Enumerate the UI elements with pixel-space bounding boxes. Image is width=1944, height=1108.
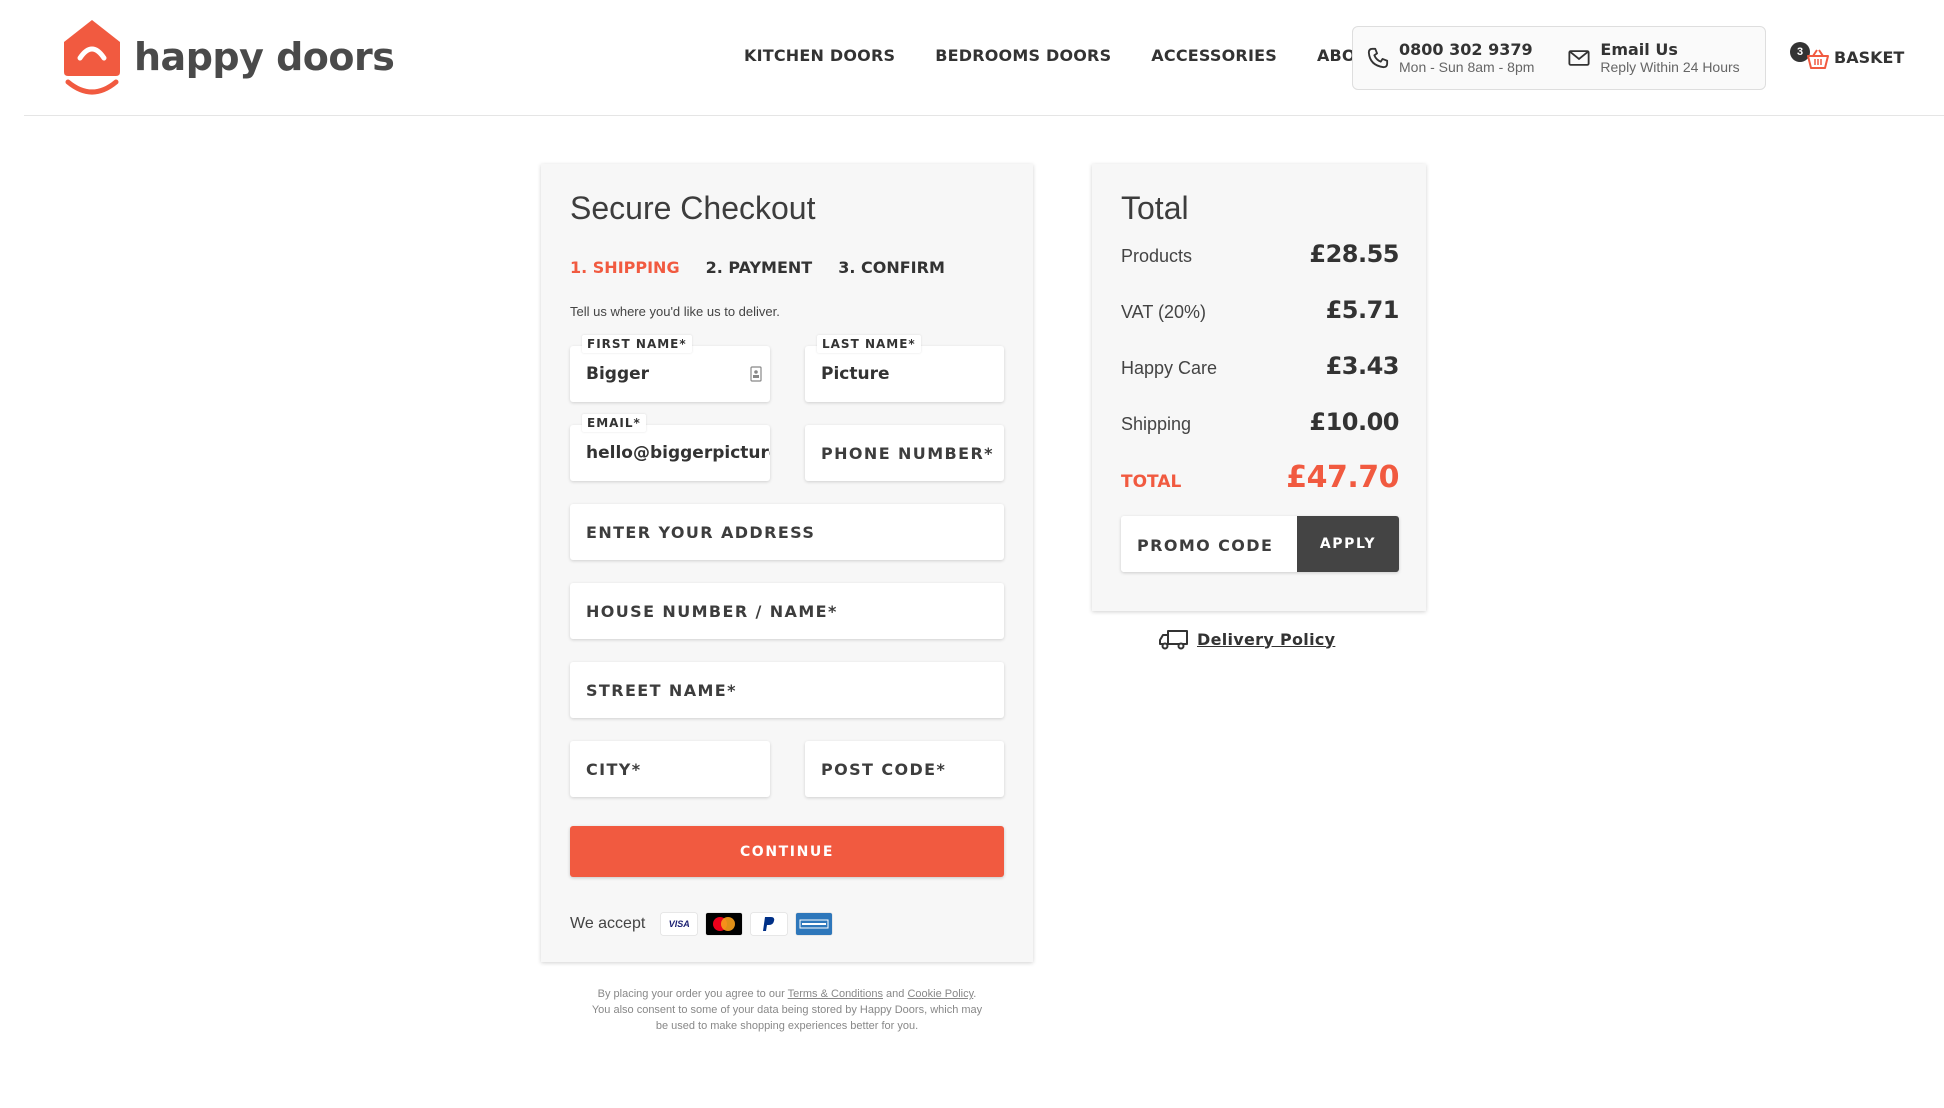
accept-label: We accept bbox=[570, 915, 646, 932]
step-shipping[interactable]: 1. SHIPPING bbox=[570, 258, 680, 277]
apply-button[interactable]: APPLY bbox=[1297, 516, 1399, 572]
basket-icon bbox=[1807, 49, 1829, 69]
contact-phone[interactable]: 0800 302 9379 Mon - Sun 8am - 8pm bbox=[1353, 41, 1534, 75]
first-name-value: Bigger bbox=[586, 364, 650, 384]
continue-button[interactable]: CONTINUE bbox=[570, 826, 1004, 877]
phone-placeholder: PHONE NUMBER* bbox=[821, 444, 994, 463]
house-placeholder: HOUSE NUMBER / NAME* bbox=[586, 602, 838, 621]
site-header: happy doors KITCHEN DOORS BEDROOMS DOORS… bbox=[0, 0, 1944, 116]
city-field[interactable]: CITY* bbox=[570, 741, 770, 797]
house-field[interactable]: HOUSE NUMBER / NAME* bbox=[570, 583, 1004, 639]
nav-bedrooms-doors[interactable]: BEDROOMS DOORS bbox=[935, 46, 1111, 65]
mail-icon bbox=[1568, 49, 1590, 67]
last-name-field[interactable]: LAST NAME* Picture bbox=[805, 335, 1004, 402]
totals-card: Total Products £28.55 VAT (20%) £5.71 Ha… bbox=[1092, 164, 1426, 611]
paypal-icon bbox=[751, 913, 788, 935]
last-name-label: LAST NAME* bbox=[817, 335, 921, 353]
address-placeholder: ENTER YOUR ADDRESS bbox=[586, 523, 816, 542]
delivery-policy[interactable]: Delivery Policy bbox=[1159, 628, 1335, 650]
products-value: £28.55 bbox=[1309, 240, 1399, 268]
nav-kitchen-doors[interactable]: KITCHEN DOORS bbox=[744, 46, 895, 65]
city-placeholder: CITY* bbox=[586, 760, 642, 779]
logo[interactable]: happy doors bbox=[62, 18, 395, 96]
logo-text: happy doors bbox=[134, 35, 395, 79]
street-field[interactable]: STREET NAME* bbox=[570, 662, 1004, 718]
step-payment[interactable]: 2. PAYMENT bbox=[706, 258, 813, 277]
legal-text: By placing your order you agree to our T… bbox=[590, 986, 984, 1034]
street-placeholder: STREET NAME* bbox=[586, 681, 737, 700]
contact-card-icon bbox=[750, 366, 762, 382]
legal-and: and bbox=[882, 988, 908, 1000]
contact-box: 0800 302 9379 Mon - Sun 8am - 8pm Email … bbox=[1352, 26, 1766, 90]
legal-pre: By placing your order you agree to our bbox=[597, 988, 788, 1000]
truck-icon bbox=[1159, 630, 1188, 650]
totals-title: Total bbox=[1121, 190, 1189, 226]
row-shipping: Shipping £10.00 bbox=[1121, 408, 1399, 436]
step-confirm[interactable]: 3. CONFIRM bbox=[838, 258, 945, 277]
basket-label: BASKET bbox=[1834, 48, 1905, 67]
visa-icon: VISA bbox=[661, 913, 698, 935]
total-value: £47.70 bbox=[1286, 460, 1399, 495]
phone-field[interactable]: PHONE NUMBER* bbox=[805, 425, 1004, 481]
first-name-label: FIRST NAME* bbox=[582, 335, 692, 353]
terms-link[interactable]: Terms & Conditions bbox=[788, 988, 883, 1000]
mastercard-icon bbox=[706, 913, 743, 935]
vat-value: £5.71 bbox=[1325, 296, 1400, 324]
checkout-title: Secure Checkout bbox=[570, 190, 816, 226]
vat-label: VAT (20%) bbox=[1121, 302, 1207, 322]
promo-placeholder: PROMO CODE bbox=[1137, 536, 1274, 555]
address-field[interactable]: ENTER YOUR ADDRESS bbox=[570, 504, 1004, 560]
promo-code-input[interactable]: PROMO CODE bbox=[1121, 516, 1297, 572]
first-name-field[interactable]: FIRST NAME* Bigger bbox=[570, 335, 770, 402]
cookie-policy-link[interactable]: Cookie Policy bbox=[907, 988, 973, 1000]
last-name-value: Picture bbox=[821, 364, 890, 384]
email-value: hello@biggerpicture bbox=[586, 443, 770, 463]
postcode-field[interactable]: POST CODE* bbox=[805, 741, 1004, 797]
total-label: TOTAL bbox=[1121, 472, 1182, 492]
email-sub: Reply Within 24 Hours bbox=[1600, 59, 1740, 75]
products-label: Products bbox=[1121, 246, 1193, 266]
row-total: TOTAL £47.70 bbox=[1121, 460, 1399, 495]
delivery-policy-link[interactable]: Delivery Policy bbox=[1197, 630, 1335, 649]
row-products: Products £28.55 bbox=[1121, 240, 1399, 268]
phone-hours: Mon - Sun 8am - 8pm bbox=[1399, 59, 1535, 75]
main-nav: KITCHEN DOORS BEDROOMS DOORS ACCESSORIES… bbox=[744, 46, 1420, 65]
happy-care-value: £3.43 bbox=[1325, 352, 1400, 380]
shipping-value: £10.00 bbox=[1309, 408, 1399, 436]
delivery-hint: Tell us where you'd like us to deliver. bbox=[570, 304, 780, 319]
email-label: Email Us bbox=[1600, 40, 1678, 59]
amex-icon bbox=[796, 913, 833, 935]
payment-methods: We accept VISA bbox=[570, 913, 841, 935]
email-label: EMAIL* bbox=[582, 414, 646, 432]
happy-care-label: Happy Care bbox=[1121, 358, 1218, 378]
email-field[interactable]: EMAIL* hello@biggerpicture bbox=[570, 414, 770, 481]
row-vat: VAT (20%) £5.71 bbox=[1121, 296, 1400, 324]
header-divider bbox=[24, 115, 1944, 116]
promo-form: PROMO CODE APPLY bbox=[1121, 516, 1399, 572]
phone-icon bbox=[1367, 47, 1389, 69]
checkout-card: Secure Checkout 1. SHIPPING 2. PAYMENT 3… bbox=[541, 164, 1033, 962]
basket-button[interactable]: 3 BASKET bbox=[1790, 42, 1905, 69]
nav-accessories[interactable]: ACCESSORIES bbox=[1151, 46, 1277, 65]
contact-email[interactable]: Email Us Reply Within 24 Hours bbox=[1554, 40, 1740, 75]
postcode-placeholder: POST CODE* bbox=[821, 760, 947, 779]
house-smile-icon bbox=[64, 20, 120, 95]
row-happy-care: Happy Care £3.43 bbox=[1121, 352, 1400, 380]
checkout-steps: 1. SHIPPING 2. PAYMENT 3. CONFIRM bbox=[570, 258, 971, 277]
phone-number: 0800 302 9379 bbox=[1399, 40, 1533, 59]
shipping-label: Shipping bbox=[1121, 414, 1192, 434]
